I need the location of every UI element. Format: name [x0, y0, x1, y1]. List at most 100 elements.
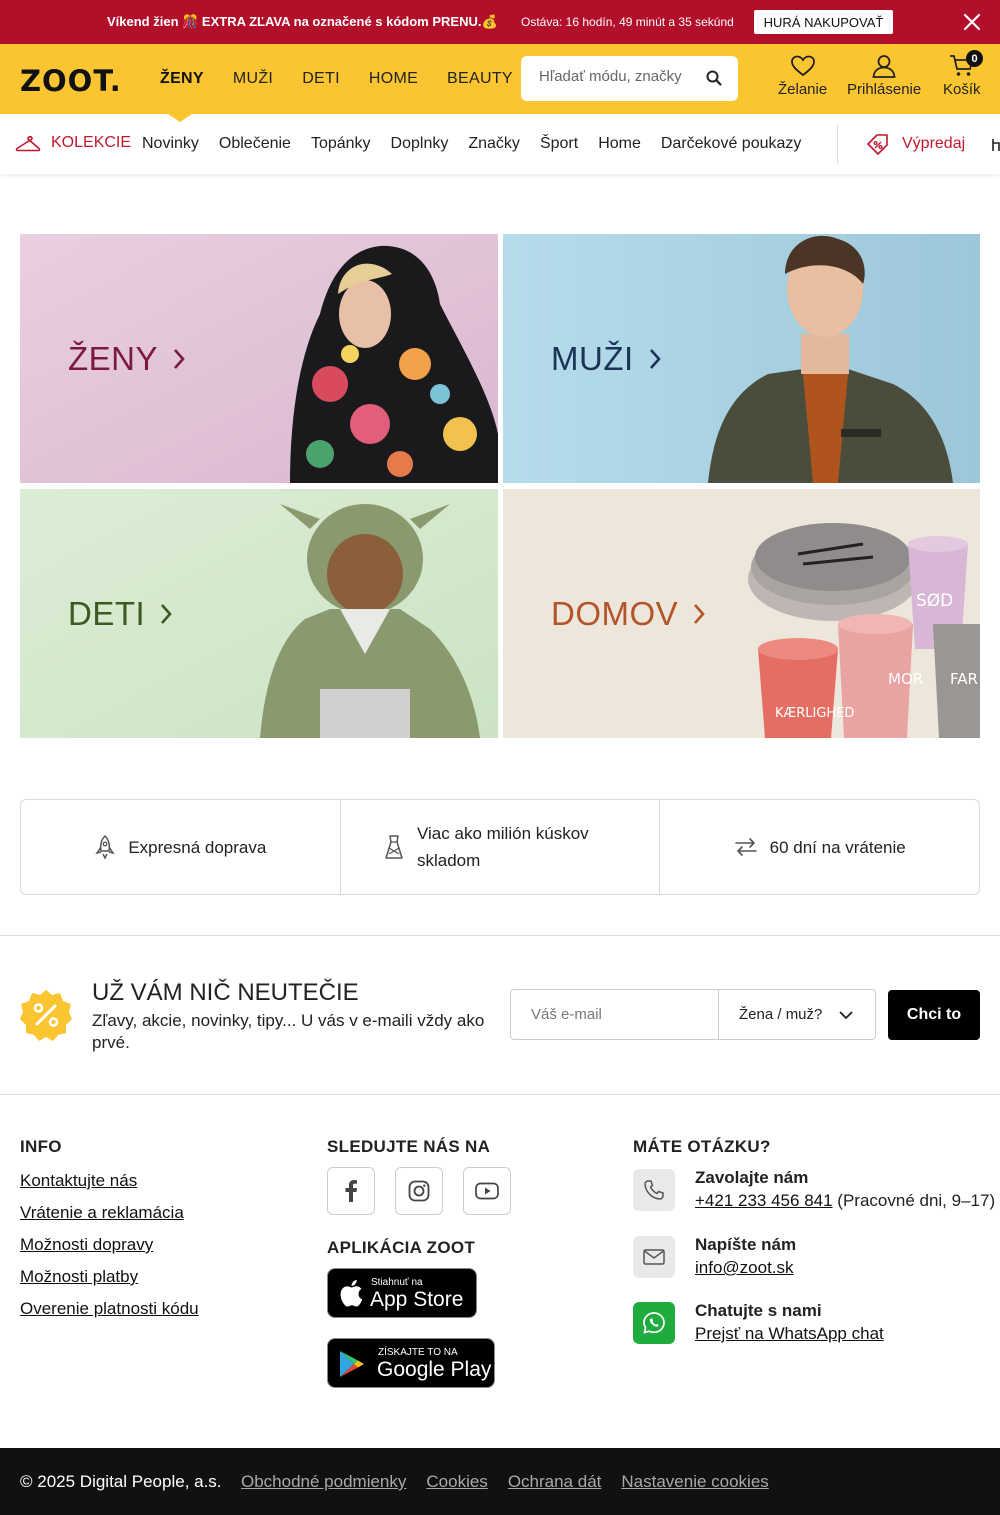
benefit-text: Expresná doprava — [128, 837, 267, 857]
percent-badge-icon — [20, 990, 72, 1041]
shop-now-button[interactable]: HURÁ NAKUPOVAŤ — [754, 10, 893, 34]
category-links: Novinky Oblečenie Topánky Doplnky Značky… — [142, 135, 801, 153]
link-code-check[interactable]: Overenie platnosti kódu — [20, 1298, 199, 1319]
nav-beauty[interactable]: BEAUTY — [447, 70, 513, 88]
hanger-icon — [15, 135, 41, 152]
subnav-oblecenie[interactable]: Oblečenie — [219, 135, 291, 153]
nav-muzi[interactable]: MUŽI — [233, 70, 273, 88]
info-links: Kontaktujte nás Vrátenie a reklamácia Mo… — [20, 1170, 199, 1319]
search-box — [521, 56, 738, 101]
chevron-right-icon — [694, 604, 705, 624]
gender-select-value: Žena / muž? — [739, 1006, 823, 1023]
collections-link[interactable]: KOLEKCIE — [15, 133, 131, 153]
link-terms[interactable]: Obchodné podmienky — [241, 1472, 406, 1492]
subnav-topanky[interactable]: Topánky — [311, 135, 371, 153]
email-link[interactable]: info@zoot.sk — [695, 1258, 794, 1277]
facebook-icon — [345, 1180, 357, 1202]
main-nav: ŽENY MUŽI DETI HOME BEAUTY — [160, 70, 513, 88]
subnav-gift-cards[interactable]: Darčekové poukazy — [661, 135, 802, 153]
category-label-zeny: ŽENY — [68, 340, 186, 378]
newsletter-title: UŽ VÁM NIČ NEUTEČIE — [92, 979, 359, 1006]
legal-links: Obchodné podmienky Cookies Ochrana dát N… — [241, 1472, 769, 1492]
category-title: DOMOV — [551, 595, 679, 632]
gender-select[interactable]: Žena / muž? — [718, 989, 876, 1040]
follow-heading: SLEDUJTE NÁS NA — [327, 1137, 491, 1156]
close-icon[interactable] — [962, 12, 982, 32]
apple-icon — [340, 1280, 363, 1307]
link-contact[interactable]: Kontaktujte nás — [20, 1170, 199, 1191]
link-returns[interactable]: Vrátenie a reklamácia — [20, 1202, 199, 1223]
category-tile-muzi[interactable]: MUŽI — [503, 234, 980, 483]
google-play-button[interactable]: ZÍSKAJTE TO NA Google Play — [327, 1338, 495, 1388]
chat-title: Chatujte s nami — [695, 1301, 822, 1320]
subnav-divider — [837, 125, 838, 164]
category-tile-domov[interactable]: SØD MOR KÆRLIGHED FAR DOMOV — [503, 489, 980, 738]
category-tile-deti[interactable]: DETI — [20, 489, 498, 738]
subnav-doplnky[interactable]: Doplnky — [391, 135, 449, 153]
subnav-znacky[interactable]: Značky — [468, 135, 520, 153]
info-heading: INFO — [20, 1137, 62, 1156]
collections-label: KOLEKCIE — [51, 134, 132, 151]
chevron-down-icon — [839, 1010, 854, 1019]
whatsapp-icon — [643, 1312, 665, 1334]
benefit-shipping: Expresná doprava — [21, 800, 341, 894]
category-tile-zeny[interactable]: ŽENY — [20, 234, 498, 483]
return-arrows-icon — [734, 838, 757, 856]
link-cookie-settings[interactable]: Nastavenie cookies — [621, 1472, 768, 1492]
category-label-deti: DETI — [68, 595, 173, 633]
newsletter-submit-button[interactable]: Chci to — [888, 990, 980, 1040]
youtube-button[interactable] — [463, 1167, 511, 1215]
link-payment[interactable]: Možnosti platby — [20, 1266, 199, 1287]
search-input[interactable] — [539, 68, 699, 85]
nav-home[interactable]: HOME — [369, 70, 418, 88]
chevron-right-icon — [649, 349, 661, 369]
section-divider — [0, 1094, 1000, 1095]
subnav-home[interactable]: Home — [598, 135, 641, 153]
mug-text: KÆRLIGHED — [775, 706, 854, 721]
link-shipping[interactable]: Možnosti dopravy — [20, 1234, 199, 1255]
subnav-sport[interactable]: Šport — [540, 135, 578, 153]
heart-icon — [790, 55, 815, 77]
category-title: DETI — [68, 595, 146, 632]
cart-label: Košík — [943, 81, 981, 98]
sale-link[interactable]: Výpredaj — [866, 132, 965, 156]
link-cookies[interactable]: Cookies — [426, 1472, 487, 1492]
chevron-right-icon — [174, 349, 185, 369]
questions-heading: MÁTE OTÁZKU? — [633, 1137, 771, 1156]
login-button[interactable]: Prihlásenie — [847, 54, 921, 98]
nav-zeny[interactable]: ŽENY — [160, 70, 204, 88]
whatsapp-chat-link[interactable]: Prejsť na WhatsApp chat — [695, 1324, 884, 1343]
instagram-button[interactable] — [395, 1167, 443, 1215]
link-privacy[interactable]: Ochrana dát — [508, 1472, 602, 1492]
main-header: ZOOT. ŽENY MUŽI DETI HOME BEAUTY Želanie… — [0, 44, 1000, 114]
zoot-logo[interactable]: ZOOT. — [20, 64, 122, 98]
nav-deti[interactable]: DETI — [302, 70, 340, 88]
search-icon[interactable] — [705, 69, 723, 87]
copyright: © 2025 Digital People, a.s. — [20, 1472, 222, 1491]
mug-text: SØD — [916, 591, 953, 611]
facebook-button[interactable] — [327, 1167, 375, 1215]
benefit-text: 60 dní na vrátenie — [769, 837, 906, 857]
mail-icon — [643, 1249, 665, 1265]
active-nav-indicator — [168, 114, 192, 122]
newsletter-email-input[interactable] — [531, 1006, 701, 1023]
benefit-stock: Viac ako milión kúskov skladom — [341, 800, 661, 894]
promo-message: Víkend žien 🎊 EXTRA ZĽAVA na označené s … — [107, 14, 498, 29]
write-title: Napíšte nám — [695, 1235, 797, 1254]
google-play-icon — [340, 1351, 364, 1377]
phone-link[interactable]: +421 233 456 841 — [695, 1191, 833, 1210]
login-label: Prihlásenie — [847, 81, 922, 98]
app-store-button[interactable]: Stiahnuť na App Store — [327, 1268, 477, 1318]
subnav-novinky[interactable]: Novinky — [142, 135, 199, 153]
chat-line: Prejsť na WhatsApp chat — [695, 1324, 884, 1344]
sale-tag-icon — [867, 134, 888, 155]
phone-icon — [644, 1180, 664, 1200]
cart-count-badge: 0 — [966, 50, 983, 67]
app-heading: APLIKÁCIA ZOOT — [327, 1238, 476, 1257]
more-icon[interactable] — [990, 138, 1000, 152]
promo-countdown: Ostáva: 16 hodín, 49 minút a 35 sekúnd — [521, 15, 734, 29]
sub-nav: KOLEKCIE Novinky Oblečenie Topánky Dopln… — [0, 114, 1000, 174]
wishlist-button[interactable]: Želanie — [778, 54, 827, 98]
call-title: Zavolajte nám — [695, 1168, 809, 1187]
whatsapp-icon-box[interactable] — [633, 1302, 675, 1344]
